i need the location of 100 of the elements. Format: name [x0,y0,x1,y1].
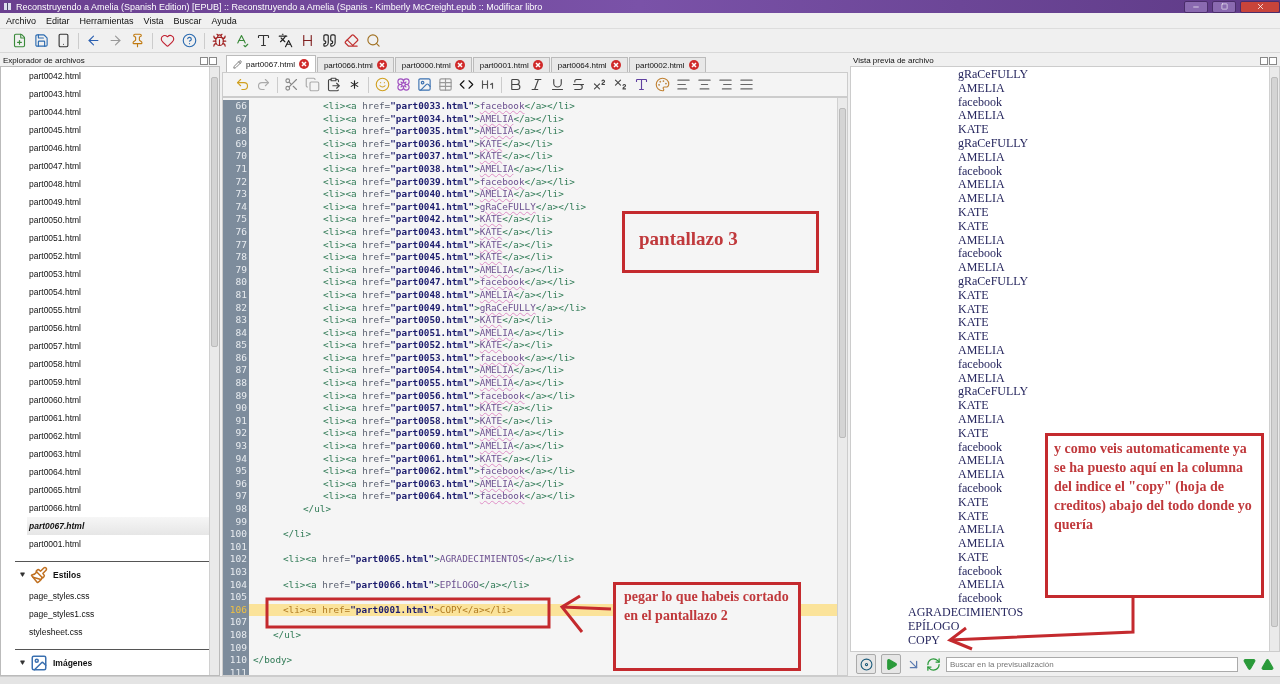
toc-entry[interactable]: KATE [958,330,989,344]
toc-entry[interactable]: gRaCeFULLY [958,385,1029,400]
file-item[interactable]: part0050.html [1,211,209,229]
bold-icon[interactable] [508,77,523,92]
scrollbar[interactable] [1269,67,1279,651]
menu-item[interactable]: Ayuda [211,15,237,26]
close-panel-button[interactable] [1269,56,1277,65]
image-icon[interactable] [417,77,432,92]
eraser-icon[interactable] [344,33,359,48]
pin-icon[interactable] [130,33,145,48]
file-item[interactable]: part0060.html [1,391,209,409]
toc-entry[interactable]: COPY [908,633,940,648]
palette-icon[interactable] [655,77,670,92]
close-tab-icon[interactable] [610,60,621,70]
close-tab-icon[interactable] [532,60,543,70]
file-item[interactable]: part0043.html [1,85,209,103]
file-item[interactable]: page_styles1.css [1,605,209,623]
spellcheck-icon[interactable] [234,33,249,48]
code-icon[interactable] [459,77,474,92]
toc-entry[interactable]: facebook [958,440,1002,455]
align-center-icon[interactable] [697,77,712,92]
subscript-icon[interactable] [613,77,628,92]
flower-icon[interactable] [396,77,411,92]
toc-entry[interactable]: KATE [958,426,989,441]
toc-entry[interactable]: KATE [958,123,989,137]
section-label[interactable]: Estilos [53,569,81,580]
save-icon[interactable] [34,33,49,48]
toc-entry[interactable]: gRaCeFULLY [958,68,1029,82]
toc-entry[interactable]: KATE [958,509,989,524]
toc-entry[interactable]: AMELIA [958,233,1005,248]
file-item[interactable]: part0001.html [1,535,209,553]
file-tab[interactable]: part0002.html [628,57,706,72]
toc-entry[interactable]: AMELIA [958,454,1005,469]
search-icon[interactable] [366,33,381,48]
toc-entry[interactable]: KATE [958,302,989,317]
toc-entry[interactable]: AMELIA [958,523,1005,538]
menu-item[interactable]: Herramientas [79,15,134,26]
characters-icon[interactable] [278,33,293,48]
toc-entry[interactable]: facebook [958,357,1002,372]
paste-icon[interactable] [326,77,341,92]
toc-entry[interactable]: AMELIA [958,81,1005,96]
toc-entry[interactable]: AMELIA [958,178,1005,193]
file-item[interactable]: part0051.html [1,229,209,247]
toc-entry[interactable]: KATE [958,550,989,565]
expand-arrow-icon[interactable] [20,660,25,665]
toc-entry[interactable]: AMELIA [958,150,1005,165]
scrollbar[interactable] [837,98,847,675]
align-left-icon[interactable] [676,77,691,92]
file-item[interactable]: part0065.html [1,481,209,499]
file-item[interactable]: part0053.html [1,265,209,283]
toc-entry[interactable]: EPÍLOGO [908,619,960,634]
quote-icon[interactable] [322,33,337,48]
file-item[interactable]: part0048.html [1,175,209,193]
toc-entry[interactable]: AMELIA [958,468,1005,482]
refresh-icon[interactable] [926,656,941,672]
toc-entry[interactable]: AMELIA [958,371,1005,386]
next-arrow-icon[interactable] [1243,657,1256,671]
file-tab[interactable]: part0000.html [394,57,472,72]
play-button[interactable] [881,654,901,674]
superscript-icon[interactable] [592,77,607,92]
file-tab[interactable]: part0067.html [226,55,316,72]
scissors-icon[interactable] [284,77,299,92]
toc-entry[interactable]: AMELIA [958,537,1005,551]
file-item[interactable]: part0045.html [1,121,209,139]
maximize-button[interactable] [1212,0,1236,13]
close-tab-icon[interactable] [376,60,387,70]
toc-entry[interactable]: AMELIA [958,261,1005,275]
toc-entry[interactable]: AMELIA [958,412,1005,427]
close-tab-icon[interactable] [688,60,699,70]
toc-entry[interactable]: facebook [958,95,1002,110]
bug-icon[interactable] [212,33,227,48]
toc-entry[interactable]: facebook [958,481,1002,496]
heading-icon[interactable] [300,33,315,48]
device-icon[interactable] [56,33,71,48]
toc-entry[interactable]: KATE [958,399,989,413]
table-icon[interactable] [438,77,453,92]
strikethrough-icon[interactable] [571,77,586,92]
heading-icon[interactable] [480,77,495,92]
code-editor[interactable] [222,97,848,676]
toc-entry[interactable]: AMELIA [958,192,1005,206]
file-item[interactable]: part0052.html [1,247,209,265]
align-right-icon[interactable] [718,77,733,92]
file-item[interactable]: part0055.html [1,301,209,319]
toc-entry[interactable]: facebook [958,564,1002,579]
text-icon[interactable] [256,33,271,48]
align-justify-icon[interactable] [739,77,754,92]
toc-entry[interactable]: gRaCeFULLY [958,137,1029,151]
underline-icon[interactable] [550,77,565,92]
file-item[interactable]: part0061.html [1,409,209,427]
toc-entry[interactable]: KATE [958,316,989,331]
inspect-button[interactable] [856,654,876,674]
file-tab[interactable]: part0001.html [472,57,550,72]
file-item[interactable]: part0064.html [1,463,209,481]
file-item[interactable]: part0066.html [1,499,209,517]
file-item[interactable]: part0047.html [1,157,209,175]
file-item[interactable]: part0057.html [1,337,209,355]
close-panel-button[interactable] [209,56,217,65]
file-tab[interactable]: part0066.html [316,57,394,72]
minimize-button[interactable] [1184,0,1208,13]
help-icon[interactable] [182,33,197,48]
